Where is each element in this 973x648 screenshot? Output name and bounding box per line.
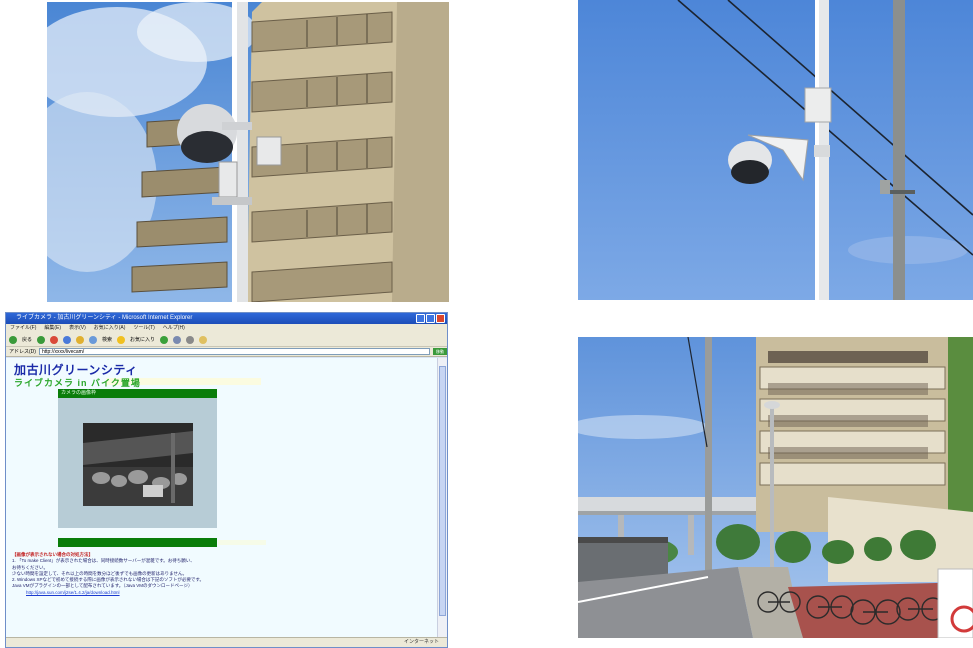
photo-camera-pole-building-image [47, 2, 449, 302]
menu-edit[interactable]: 編集(E) [44, 324, 61, 333]
photo-bicycle-parking [578, 337, 973, 638]
photo-dome-camera-wires-image [578, 0, 973, 300]
window-controls [416, 314, 445, 323]
refresh-icon[interactable] [63, 335, 72, 344]
forward-icon[interactable] [37, 335, 46, 344]
address-bar: アドレス(D) http://xxxx/livecam/ 移動 [6, 347, 447, 357]
browser-screenshot: ライブカメラ - 加古川グリーンシティ - Microsoft Internet… [5, 312, 448, 648]
menu-file[interactable]: ファイル(F) [10, 324, 36, 333]
browser-title-bar: ライブカメラ - 加古川グリーンシティ - Microsoft Internet… [6, 313, 447, 324]
parking-live-view [83, 423, 193, 506]
star-icon[interactable] [117, 335, 126, 344]
stop-icon[interactable] [50, 335, 59, 344]
favorites-label[interactable]: お気に入り [130, 336, 155, 343]
close-icon[interactable] [436, 314, 445, 323]
photo-camera-pole-building [47, 2, 449, 302]
status-bar: インターネット [6, 637, 447, 647]
menu-view[interactable]: 表示(V) [69, 324, 86, 333]
address-label: アドレス(D) [9, 349, 36, 355]
photo-bicycle-parking-image [578, 337, 973, 638]
print-icon[interactable] [186, 335, 195, 344]
camera-header-bar: カメラの画像枠 [58, 389, 217, 398]
back-label[interactable]: 戻る [22, 336, 32, 343]
java-download-link[interactable]: http://java.sun.com/j2se/1.4.2/ja/downlo… [12, 590, 432, 596]
menu-tools[interactable]: ツール(T) [133, 324, 154, 333]
browser-menu-bar: ファイル(F) 編集(E) 表示(V) お気に入り(A) ツール(T) ヘルプ(… [6, 324, 447, 333]
status-zone: インターネット [403, 639, 439, 645]
footer-highlight [218, 540, 266, 545]
scrollbar-thumb[interactable] [439, 366, 446, 616]
browser-window: ライブカメラ - 加古川グリーンシティ - Microsoft Internet… [5, 312, 448, 648]
vertical-scrollbar[interactable] [437, 358, 447, 638]
folder-icon[interactable] [199, 335, 208, 344]
history-icon[interactable] [160, 335, 169, 344]
minimize-icon[interactable] [416, 314, 425, 323]
search-icon[interactable] [89, 335, 98, 344]
page-content: 加古川グリーンシティ ライブカメラ in バイク置場 カメラの画像枠 【画像が表… [6, 358, 438, 638]
home-icon[interactable] [76, 335, 85, 344]
browser-toolbar: 戻る 検索 お気に入り [6, 333, 447, 347]
back-icon[interactable] [9, 335, 17, 344]
menu-help[interactable]: ヘルプ(H) [163, 324, 185, 333]
help-notes: 【画像が表示されない場合の対処方法】 1. 「To make Client」が表… [12, 552, 432, 596]
maximize-icon[interactable] [426, 314, 435, 323]
go-button[interactable]: 移動 [433, 348, 447, 355]
mail-icon[interactable] [173, 335, 182, 344]
site-subtitle: ライブカメラ in バイク置場 [14, 378, 141, 388]
search-label[interactable]: 検索 [102, 336, 112, 343]
menu-favorites[interactable]: お気に入り(A) [94, 324, 126, 333]
address-input[interactable]: http://xxxx/livecam/ [38, 348, 430, 355]
camera-frame [58, 398, 217, 528]
browser-window-title: ライブカメラ - 加古川グリーンシティ - Microsoft Internet… [16, 315, 193, 321]
camera-live-image [83, 423, 193, 506]
photo-dome-camera-wires [578, 0, 973, 300]
camera-footer-bar [58, 538, 217, 547]
